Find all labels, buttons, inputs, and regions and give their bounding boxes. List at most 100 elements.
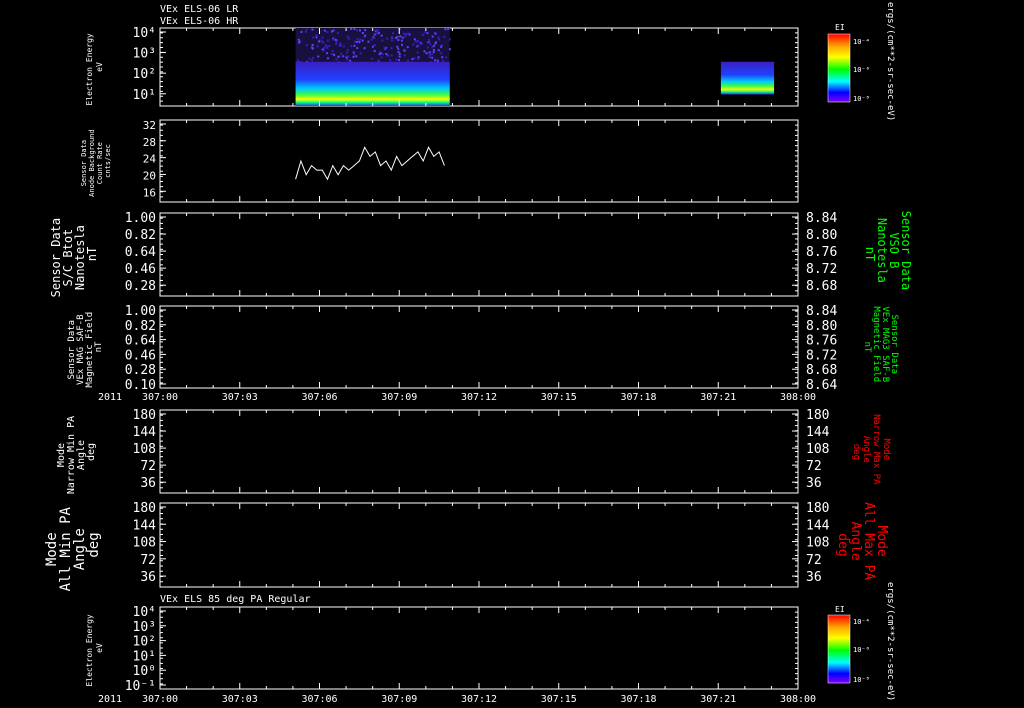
- spectrogram-pixel: [326, 31, 328, 33]
- spectrogram-pixel: [306, 44, 308, 46]
- spectrogram-pixel: [428, 39, 430, 41]
- y-tick-label: 24: [143, 153, 157, 166]
- y-right-tick-label: 36: [806, 476, 822, 491]
- spectrogram-pixel: [317, 55, 319, 57]
- spectrogram-pixel: [323, 47, 325, 49]
- spectrogram-pixel: [392, 37, 394, 39]
- y-tick-label: 1.00: [125, 211, 156, 226]
- spectrogram-pixel: [396, 46, 398, 48]
- right-label-line: deg: [851, 444, 861, 460]
- spectrogram-pixel: [311, 59, 313, 61]
- colorbar-tick: 10⁻⁴: [853, 618, 870, 626]
- spectrogram-pixel: [398, 59, 400, 61]
- spectrogram-pixel: [400, 35, 402, 37]
- spectrogram-pixel: [367, 41, 369, 43]
- spectrogram-pixel: [399, 56, 401, 58]
- spectrogram-pixel: [331, 53, 333, 55]
- plot-canvas: VEx ELS-06 LR VEx ELS-06 HR 10⁴10³10²10¹…: [0, 0, 1024, 708]
- spectrogram-pixel: [356, 29, 358, 31]
- spectrogram-pixel: [381, 39, 383, 41]
- spectrogram-pixel: [417, 40, 419, 42]
- spectrogram-pixel: [327, 40, 329, 42]
- x-tick-label: 307:15: [541, 392, 577, 403]
- spectrogram-pixel: [395, 58, 397, 60]
- y-tick-label: 0.82: [125, 319, 156, 334]
- left-label: Sensor Data VEx MAG SAF-B Magnetic Field…: [67, 306, 104, 387]
- spectrogram-pixel: [377, 30, 379, 32]
- spectrogram-pixel: [392, 32, 394, 34]
- spectrogram-pixel: [429, 55, 431, 57]
- spectrogram-pixel: [426, 32, 428, 34]
- spectrogram-pixel: [427, 47, 429, 49]
- y-tick-label: 10¹: [133, 88, 156, 103]
- y-axis-electron-energy: 10⁴10³10²10¹: [133, 26, 798, 106]
- spectrogram-pixel: [316, 34, 318, 36]
- spectrogram-pixel: [397, 48, 399, 50]
- y-tick-label: 180: [133, 408, 156, 423]
- spectrogram-pixel: [447, 28, 449, 30]
- spectrogram-pixel: [402, 37, 404, 39]
- left-label-line: cnts/sec: [104, 144, 112, 178]
- spectrogram-pixel: [299, 41, 301, 43]
- spectrogram-pixel: [373, 37, 375, 39]
- spectrogram-pixel: [362, 40, 364, 42]
- panel-sc-btot: 1.000.820.640.460.28 8.848.808.768.728.6…: [49, 211, 913, 298]
- spectrogram-pixel: [438, 38, 440, 40]
- spectrogram-pixel: [321, 37, 323, 39]
- y-right-tick-label: 8.72: [806, 262, 837, 277]
- y-tick-label: 10³: [133, 620, 156, 635]
- y-tick-label: 10²: [133, 635, 156, 650]
- spectrogram-pixel: [449, 48, 451, 50]
- spectrogram-pixel: [358, 41, 360, 43]
- spectrogram-pixel: [432, 36, 434, 38]
- spectrogram-pixel: [389, 59, 391, 61]
- spectrogram-band: [721, 62, 774, 95]
- spectrogram-pixel: [440, 52, 442, 54]
- spectrogram-pixel: [424, 31, 426, 33]
- y-axis-electron-energy-85: 10⁴10³10²10¹10⁰10⁻¹: [125, 605, 798, 694]
- x-tick-label: 307:09: [381, 392, 417, 403]
- spectrogram-pixel: [386, 38, 388, 40]
- y-right-tick-label: 8.64: [806, 378, 837, 393]
- spectrogram-pixel: [350, 28, 352, 30]
- spectrogram-pixel: [374, 50, 376, 52]
- y-right-tick-label: 144: [806, 518, 830, 533]
- y-tick-label: 20: [143, 169, 156, 182]
- y-right-tick-label: 72: [806, 459, 822, 474]
- spectrogram-pixel: [364, 29, 366, 31]
- spectrogram-pixel: [372, 46, 374, 48]
- colorbar-tick: 10⁻⁸: [853, 676, 870, 684]
- y-right-tick-label: 8.76: [806, 245, 837, 260]
- spectrogram-pixel: [312, 57, 314, 59]
- y-right-tick-label: 8.80: [806, 228, 837, 243]
- y-tick-label: 10³: [133, 47, 156, 62]
- spectrogram-pixel: [305, 31, 307, 33]
- x-axis-year: 2011: [98, 392, 122, 403]
- spectrogram-pixel: [423, 50, 425, 52]
- left-label-line: Electron Energy: [85, 614, 94, 686]
- x-tick-label: 307:00: [142, 694, 178, 705]
- spectrogram-pixel: [398, 51, 400, 53]
- right-label: Mode All Max PA Angle deg: [835, 502, 889, 588]
- x-tick-label: 307:06: [301, 392, 337, 403]
- y-tick-label: 72: [140, 459, 156, 474]
- spectrogram-pixel: [339, 45, 341, 47]
- y-right-tick-label: 8.84: [806, 211, 837, 226]
- x-tick-label: 307:21: [700, 694, 736, 705]
- spectrogram-pixel: [377, 60, 379, 62]
- y-axis-mag3: 8.848.808.768.728.688.64: [792, 304, 837, 393]
- x-axis-bottom: 2011 307:00 307:03 307:06 307:09 307:12 307:15…: [98, 694, 816, 705]
- colorbar-tick: 10⁻⁸: [853, 95, 870, 103]
- left-label: Electron Energy eV: [85, 609, 104, 686]
- x-tick-label: 307:15: [541, 694, 577, 705]
- spectrogram-pixel: [426, 52, 428, 54]
- left-label-line: Electron Energy: [85, 33, 94, 105]
- spectrogram-pixel: [346, 52, 348, 54]
- spectrogram-pixel: [371, 39, 373, 41]
- y-tick-label: 10²: [133, 67, 156, 82]
- spectrogram-pixel: [433, 49, 435, 51]
- y-tick-label: 0.82: [125, 228, 156, 243]
- spectrogram-pixel: [421, 43, 423, 45]
- spectrogram-pixel: [355, 55, 357, 57]
- spectrogram-pixel: [353, 51, 355, 53]
